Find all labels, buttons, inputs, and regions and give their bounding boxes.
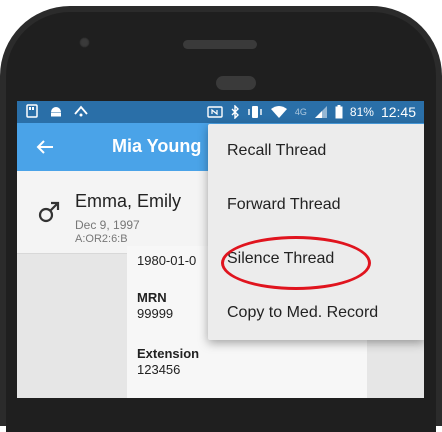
phone-frame: 4G 81% 12:45 Mia Young Emma, Emily Dec 9… — [0, 0, 442, 432]
menu-item-copy-to-med-record[interactable]: Copy to Med. Record — [208, 286, 424, 340]
back-arrow-icon[interactable] — [31, 133, 59, 161]
vibrate-icon — [248, 106, 262, 118]
patient-dob: Dec 9, 1997 — [75, 218, 140, 232]
extension-label: Extension — [137, 346, 200, 361]
bluetooth-icon — [231, 105, 239, 119]
extension-value: 123456 — [137, 362, 181, 377]
status-bar: 4G 81% 12:45 — [17, 101, 424, 123]
wifi-icon — [270, 106, 287, 118]
patient-name: Emma, Emily — [75, 191, 182, 211]
clock: 12:45 — [380, 104, 416, 120]
screen: 4G 81% 12:45 Mia Young Emma, Emily Dec 9… — [17, 101, 424, 398]
menu-item-forward-thread[interactable]: Forward Thread — [208, 178, 424, 232]
battery-icon — [335, 105, 343, 119]
sync-icon — [74, 105, 88, 117]
mrn-label: MRN — [137, 290, 167, 305]
battery-percent: 81% — [349, 105, 374, 119]
front-camera — [79, 37, 90, 48]
menu-item-recall-thread[interactable]: Recall Thread — [208, 124, 424, 178]
patient-location: A:OR2:6:B — [75, 233, 128, 245]
page-title: Mia Young — [112, 136, 202, 156]
signal-icon — [314, 106, 327, 118]
menu-item-silence-thread[interactable]: Silence Thread — [208, 232, 424, 286]
network-type-label: 4G — [294, 107, 307, 117]
earpiece-speaker — [183, 40, 257, 49]
nfc-icon — [207, 106, 223, 118]
android-icon — [51, 107, 61, 117]
dob-value: 1980-01-0 — [137, 253, 197, 268]
mrn-value: 99999 — [137, 306, 174, 321]
overflow-menu: Recall Thread Forward Thread Silence Thr… — [208, 124, 424, 340]
proximity-sensor — [216, 76, 256, 90]
sd-card-icon — [26, 104, 38, 118]
male-icon — [38, 201, 60, 223]
